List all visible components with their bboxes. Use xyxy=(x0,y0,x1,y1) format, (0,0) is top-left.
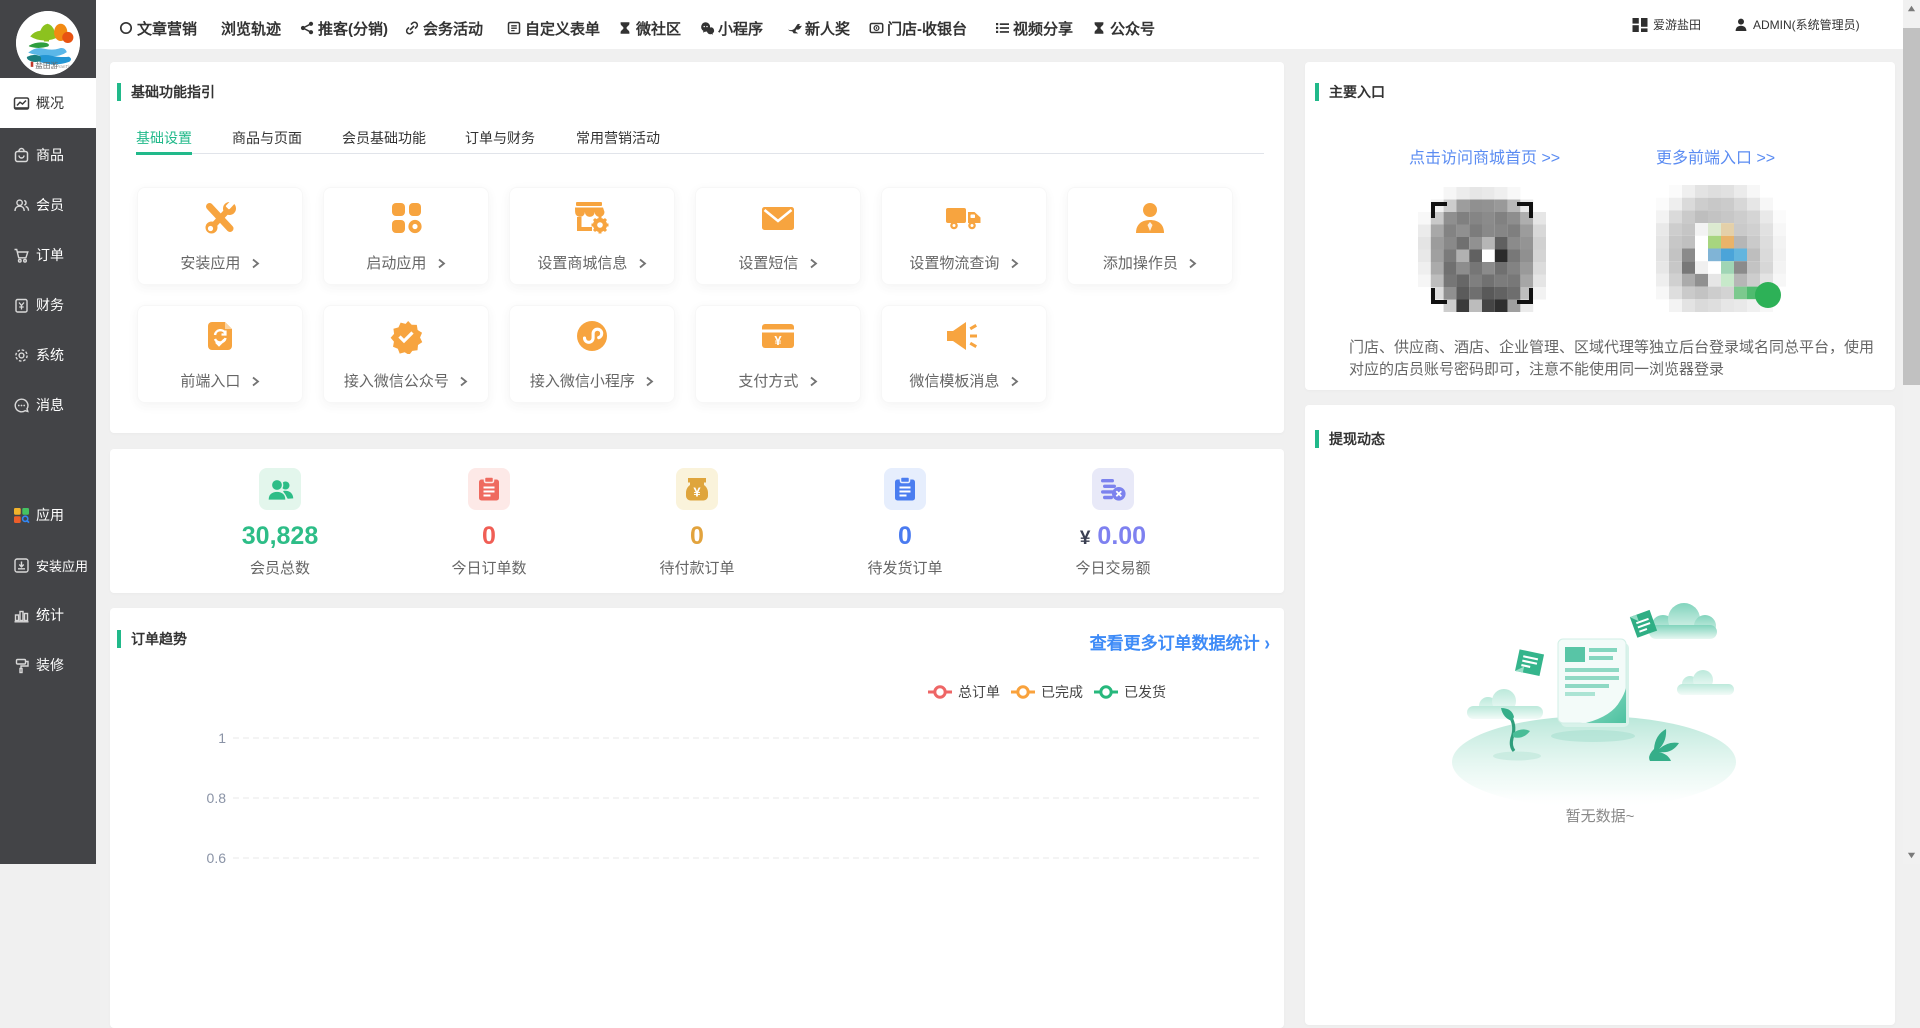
svg-text:盐田游: 盐田游 xyxy=(35,60,58,70)
svg-text:¥: ¥ xyxy=(774,333,782,348)
svg-text:YanTian: YanTian xyxy=(58,64,75,69)
svg-text:¥: ¥ xyxy=(693,485,701,500)
